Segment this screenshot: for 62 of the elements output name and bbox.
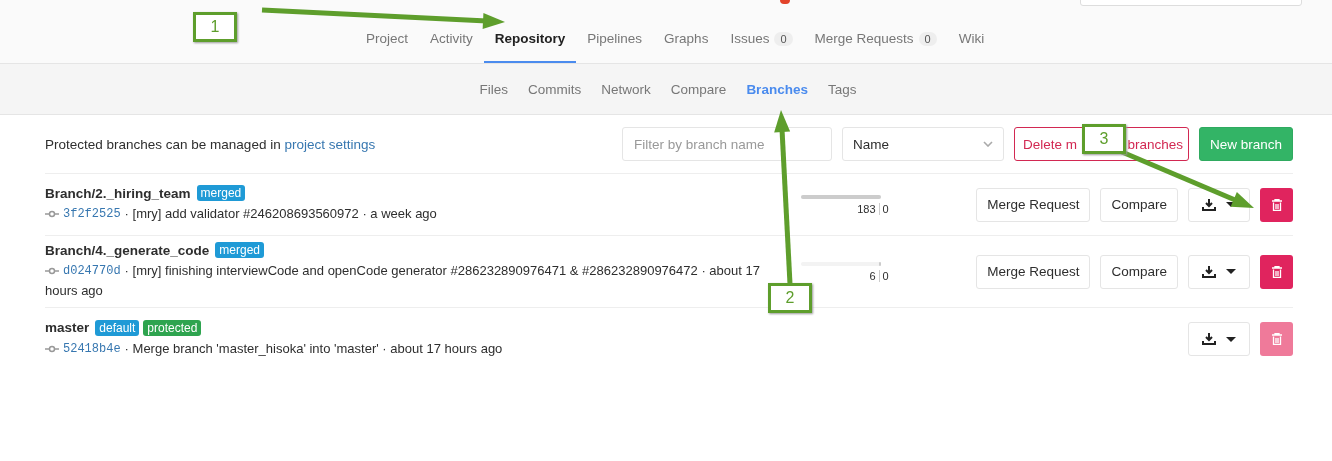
sort-dropdown[interactable]: Name <box>841 127 1004 161</box>
callout-label: 3 <box>1082 124 1126 154</box>
protected-note: Protected branches can be managed in project settings <box>45 136 377 152</box>
behind-count: 183 <box>801 202 880 215</box>
new-branch-button[interactable]: New branch <box>1198 127 1293 161</box>
count-badge: 0 <box>918 31 937 46</box>
download-button[interactable] <box>1188 254 1250 289</box>
trash-icon <box>1271 198 1282 211</box>
nav-tab[interactable]: Pipelines <box>576 31 654 63</box>
sub-tab[interactable]: Commits <box>528 81 582 97</box>
filter-field[interactable]: Filter by branch name <box>621 127 832 161</box>
status-badge: merged <box>196 185 246 201</box>
action-button[interactable]: Merge Request <box>976 254 1091 289</box>
sub-tab[interactable]: Network <box>601 81 651 97</box>
commit-message: · [mry] add validator #246208693560972 · a week ago <box>124 205 437 223</box>
status-badge: default <box>95 319 140 336</box>
delete-button[interactable] <box>1260 254 1293 289</box>
commit-message: · [mry] finishing interviewCode and openCode generator #286232890976471 & #286232890976472 · about 17 <box>124 262 760 280</box>
nav-tab[interactable]: Wiki <box>947 31 996 63</box>
status-badge: protected <box>143 319 202 336</box>
chevron-icon <box>982 141 993 147</box>
commit-message: · Merge branch 'master_hisoka' into 'master' · about 17 hours ago <box>124 339 503 358</box>
callout-label: 2 <box>768 283 812 313</box>
delete-button[interactable] <box>1260 187 1293 222</box>
commit-sha-link[interactable]: d024770d <box>63 261 121 281</box>
sub-tab[interactable]: Branches <box>746 81 808 97</box>
ahead-count: 0 <box>881 202 890 215</box>
commit-icon <box>45 210 59 218</box>
trash-icon <box>1271 265 1282 278</box>
branch-name[interactable]: Branch/4._generate_code <box>45 242 210 258</box>
nav-tab[interactable]: Merge Requests 0 <box>803 31 948 63</box>
caret-icon <box>1226 269 1236 274</box>
commit-sha-link[interactable]: 52418b4e <box>63 338 121 359</box>
nav-tab[interactable]: Graphs <box>653 31 720 63</box>
nav-tab[interactable]: Project <box>355 31 420 63</box>
trash-icon <box>1271 333 1282 345</box>
commit-message: hours ago <box>45 282 103 300</box>
action-button[interactable]: Merge Request <box>976 187 1091 222</box>
sub-tab[interactable]: Files <box>479 81 509 97</box>
commit-sha-link[interactable]: 3f2f2525 <box>63 204 121 224</box>
count-badge: 0 <box>774 31 793 46</box>
sub-tab[interactable]: Compare <box>670 81 727 97</box>
caret-icon <box>1226 336 1236 342</box>
nav-tab[interactable]: Activity <box>419 31 484 63</box>
nav-tab[interactable]: Issues 0 <box>719 31 804 63</box>
download-icon <box>1202 333 1216 345</box>
ahead-count: 0 <box>881 269 890 282</box>
behind-count: 6 <box>801 269 880 282</box>
branch-name[interactable]: master <box>45 320 90 335</box>
commit-icon <box>45 344 59 353</box>
callout-label: 1 <box>193 12 237 42</box>
branch-name[interactable]: Branch/2._hiring_team <box>45 185 191 201</box>
download-icon <box>1202 198 1216 211</box>
action-button[interactable]: Compare <box>1100 187 1178 222</box>
sub-tab[interactable]: Tags <box>827 81 857 97</box>
status-badge: merged <box>215 242 264 258</box>
settings-link[interactable]: project settings <box>284 136 376 152</box>
action-button[interactable]: Compare <box>1100 254 1178 289</box>
commit-icon <box>45 267 59 275</box>
logo-icon <box>780 0 790 4</box>
download-icon <box>1202 265 1216 278</box>
download-button[interactable] <box>1188 322 1250 356</box>
